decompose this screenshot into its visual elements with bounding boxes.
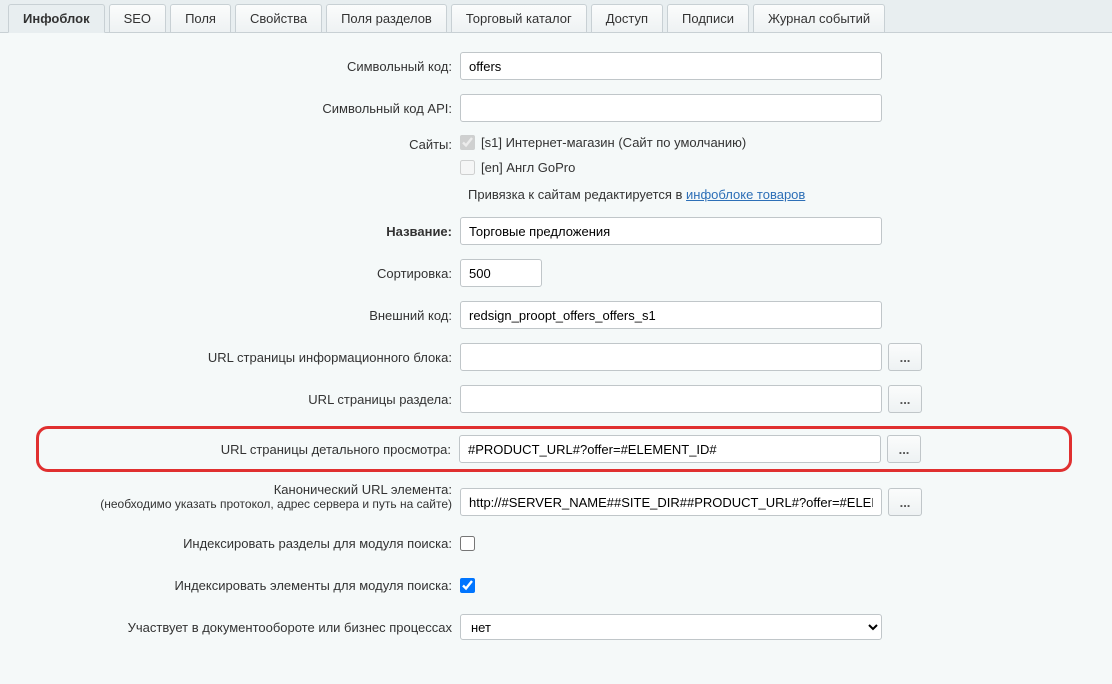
canonical-browse-button[interactable]: ... (888, 488, 922, 516)
input-url-block[interactable] (460, 343, 882, 371)
tab-captions[interactable]: Подписи (667, 4, 749, 32)
binding-link[interactable]: инфоблоке товаров (686, 187, 805, 202)
checkbox-site-s1 (460, 135, 475, 150)
tab-seo[interactable]: SEO (109, 4, 166, 32)
url-detail-browse-button[interactable]: ... (887, 435, 921, 463)
tab-fields[interactable]: Поля (170, 4, 231, 32)
label-sort: Сортировка: (40, 266, 460, 281)
checkbox-index-sections[interactable] (460, 536, 475, 551)
site-en-label: [en] Англ GoPro (481, 160, 575, 175)
input-extcode[interactable] (460, 301, 882, 329)
label-index-elements: Индексировать элементы для модуля поиска… (40, 578, 460, 593)
input-symcode[interactable] (460, 52, 882, 80)
url-section-browse-button[interactable]: ... (888, 385, 922, 413)
tab-section-fields[interactable]: Поля разделов (326, 4, 447, 32)
checkbox-index-elements[interactable] (460, 578, 475, 593)
form-area: Символьный код: Символьный код API: Сайт… (0, 33, 1112, 684)
label-symcode-api: Символьный код API: (40, 101, 460, 116)
tab-eventlog[interactable]: Журнал событий (753, 4, 885, 32)
select-workflow[interactable]: нет (460, 614, 882, 640)
site-s1-label: [s1] Интернет-магазин (Сайт по умолчанию… (481, 135, 746, 150)
label-sites: Сайты: (40, 135, 460, 152)
tab-infoblock[interactable]: Инфоблок (8, 4, 105, 33)
input-canonical[interactable] (460, 488, 882, 516)
input-name[interactable] (460, 217, 882, 245)
label-url-section: URL страницы раздела: (40, 392, 460, 407)
input-url-section[interactable] (460, 385, 882, 413)
label-symcode: Символьный код: (40, 59, 460, 74)
label-extcode: Внешний код: (40, 308, 460, 323)
input-sort[interactable] (460, 259, 542, 287)
tab-access[interactable]: Доступ (591, 4, 663, 32)
label-url-detail: URL страницы детального просмотра: (39, 442, 459, 457)
binding-info: Привязка к сайтам редактируется в инфобл… (468, 187, 1072, 202)
tab-catalog[interactable]: Торговый каталог (451, 4, 587, 32)
label-name: Название: (40, 224, 460, 239)
label-workflow: Участвует в документообороте или бизнес … (40, 620, 460, 635)
url-block-browse-button[interactable]: ... (888, 343, 922, 371)
checkbox-site-en (460, 160, 475, 175)
input-url-detail[interactable] (459, 435, 881, 463)
label-url-block: URL страницы информационного блока: (40, 350, 460, 365)
binding-prefix: Привязка к сайтам редактируется в (468, 187, 686, 202)
tab-properties[interactable]: Свойства (235, 4, 322, 32)
input-symcode-api[interactable] (460, 94, 882, 122)
label-canonical: Канонический URL элемента: (необходимо у… (40, 482, 460, 511)
label-index-sections: Индексировать разделы для модуля поиска: (40, 536, 460, 551)
tabs-bar: Инфоблок SEO Поля Свойства Поля разделов… (0, 0, 1112, 33)
